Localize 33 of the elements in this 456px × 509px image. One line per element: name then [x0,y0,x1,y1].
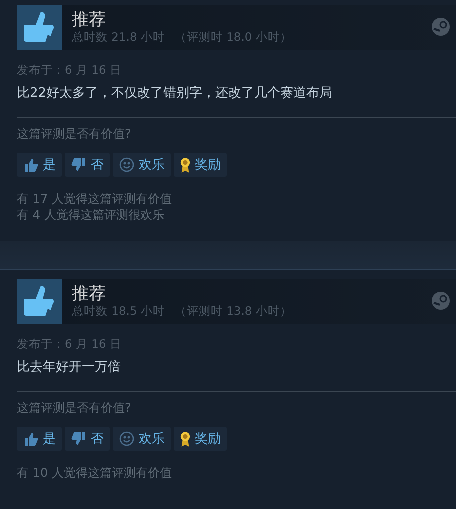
posted-date: 发布于：6 月 16 日 [17,63,123,78]
review-verdict: 推荐 [72,10,107,30]
award-button[interactable]: 奖励 [174,153,227,177]
helpful-count: 有 4 人觉得这篇评测很欢乐 [17,207,166,223]
helpful-question: 这篇评测是否有价值? [17,126,132,143]
smiley-icon [119,157,135,173]
steam-icon [432,18,450,36]
helpful-question: 这篇评测是否有价值? [17,400,132,417]
award-button[interactable]: 奖励 [174,427,227,451]
posted-date: 发布于：6 月 16 日 [17,337,123,352]
playtime-text: 总时数 21.8 小时 [72,30,165,45]
yes-button[interactable]: 是 [17,427,62,451]
thumbs-up-icon [23,431,39,447]
review-verdict: 推荐 [72,284,107,304]
review-text: 比去年好开一万倍 [17,359,122,376]
steam-icon [432,292,450,310]
playtime-text: 总时数 18.5 小时 [72,304,165,319]
helpful-count: 有 10 人觉得这篇评测有价值 [17,465,173,481]
funny-button[interactable]: 欢乐 [113,427,171,451]
award-icon [180,156,191,174]
award-icon [180,430,191,448]
yes-button[interactable]: 是 [17,153,62,177]
thumbs-up-icon [23,157,39,173]
review-text: 比22好太多了，不仅改了错别字，还改了几个赛道布局 [17,85,334,102]
thumbs-down-icon [71,157,87,173]
review-playtime-text: （评测时 18.0 小时） [174,30,292,45]
smiley-icon [119,431,135,447]
review-playtime-text: （评测时 13.8 小时） [174,304,292,319]
no-button[interactable]: 否 [65,153,110,177]
no-button[interactable]: 否 [65,427,110,451]
funny-button[interactable]: 欢乐 [113,153,171,177]
thumbs-down-icon [71,431,87,447]
helpful-count: 有 17 人觉得这篇评测有价值 [17,191,173,207]
